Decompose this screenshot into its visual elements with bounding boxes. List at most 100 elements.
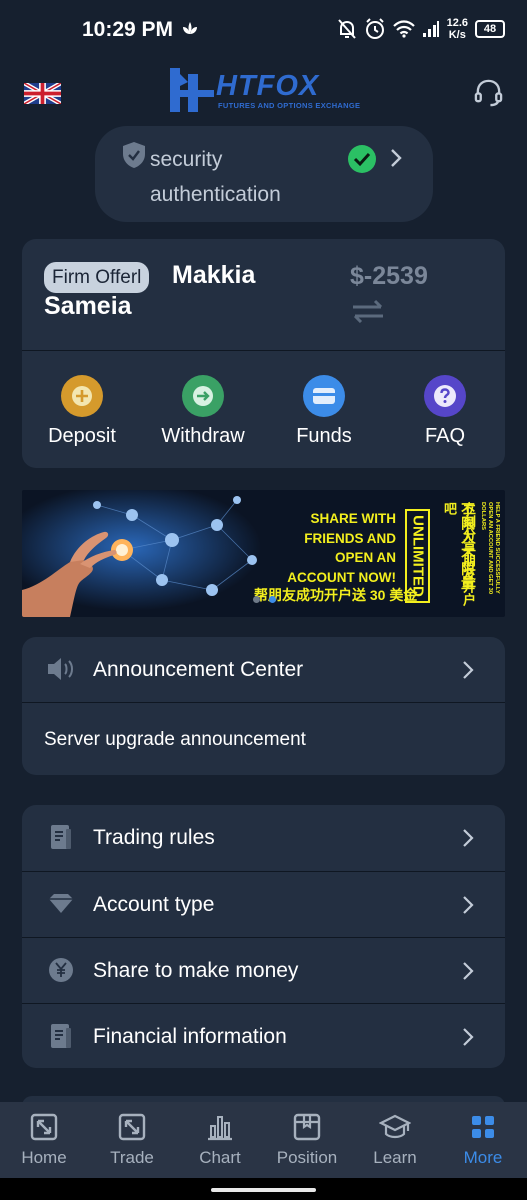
status-icons: 12.6 K/s 48 <box>337 14 505 44</box>
banner-line2: FRIENDS AND <box>304 530 396 546</box>
menu-item-label: Share to make money <box>93 959 299 982</box>
headset-icon[interactable] <box>473 77 504 108</box>
announcement-item[interactable]: Server upgrade announcement <box>44 729 306 751</box>
deposit-icon-circle <box>61 375 103 417</box>
lotus-icon <box>183 22 197 34</box>
tab-label: Trade <box>110 1148 154 1167</box>
position-icon <box>293 1113 321 1141</box>
swap-icon[interactable] <box>351 299 385 323</box>
net-speed-value: 12.6 <box>446 17 468 29</box>
banner-headline: SHARE WITH FRIENDS AND OPEN AN ACCOUNT N… <box>278 509 396 587</box>
chevron-right-icon <box>463 896 474 914</box>
net-speed: 12.6 K/s <box>447 17 468 41</box>
unlimited-box: UNLIMITED <box>405 509 430 603</box>
tab-position[interactable]: Position <box>263 1112 351 1168</box>
uk-flag-icon[interactable] <box>24 83 61 104</box>
trade-icon <box>118 1113 146 1141</box>
more-icon <box>472 1116 494 1138</box>
security-authentication-button[interactable]: security authentication <box>95 126 433 222</box>
chart-icon <box>208 1116 232 1141</box>
withdraw-button[interactable]: Withdraw <box>153 375 253 448</box>
security-label: security authentication <box>150 142 320 212</box>
tab-trade[interactable]: Trade <box>88 1112 176 1168</box>
shield-icon <box>123 142 145 168</box>
tab-more[interactable]: More <box>439 1112 527 1168</box>
banner-chinese-line: 帮朋友成功开户送 30 美金 <box>254 587 418 603</box>
speaker-icon <box>48 658 73 680</box>
announcement-center-row[interactable]: Announcement Center <box>22 637 505 702</box>
menu-item-trading-rules[interactable]: Trading rules <box>22 805 505 871</box>
account-balance: $-2539 <box>350 262 428 290</box>
withdraw-icon-circle <box>182 375 224 417</box>
document-icon <box>51 825 71 849</box>
announcement-divider <box>22 702 505 703</box>
carousel-dot[interactable] <box>253 596 260 603</box>
battery-indicator: 48 <box>475 20 505 38</box>
chevron-right-icon <box>463 661 474 679</box>
faq-icon-circle <box>424 375 466 417</box>
account-type-badge: Firm Offerl <box>44 262 150 293</box>
announcement-card: Announcement Center Server upgrade annou… <box>22 637 505 775</box>
menu-item-financial-information[interactable]: Financial information <box>22 1003 505 1069</box>
logo-subtitle: FUTURES AND OPTIONS EXCHANGE <box>218 101 361 110</box>
tab-label: Chart <box>199 1148 241 1167</box>
announcement-title: Announcement Center <box>93 658 304 681</box>
deposit-label: Deposit <box>48 425 116 447</box>
faq-button[interactable]: FAQ <box>395 375 495 448</box>
mute-bell-icon <box>337 19 356 39</box>
banner-en-vertical: HELP A FRIEND SUCCESSFULLY OPEN AN ACCOU… <box>480 502 500 595</box>
carousel-dot-active[interactable] <box>269 596 276 603</box>
account-card: Makkia Sameia Firm Offerl $-2539 Deposit… <box>22 239 505 468</box>
banner-cn-vertical2: 不限人 不限量 <box>460 502 476 590</box>
home-indicator[interactable] <box>211 1188 316 1192</box>
plus-icon <box>72 386 92 406</box>
tab-label: More <box>463 1148 503 1167</box>
menu-item-label: Financial information <box>93 1025 287 1048</box>
card-icon <box>313 388 335 404</box>
tab-learn[interactable]: Learn <box>351 1112 439 1168</box>
tab-label: Home <box>21 1148 67 1167</box>
wifi-icon <box>392 20 415 38</box>
signal-icon <box>422 21 439 37</box>
security-label-line2: authentication <box>150 183 281 206</box>
htfox-logo-icon <box>170 68 214 112</box>
banner-line3: OPEN AN <box>334 550 396 565</box>
menu-card: Trading rules Account type Share to make… <box>22 805 505 1068</box>
document-icon <box>51 1024 71 1048</box>
question-icon <box>434 385 456 407</box>
withdraw-label: Withdraw <box>161 425 245 447</box>
card-divider <box>22 350 505 351</box>
alarm-icon <box>365 18 384 39</box>
net-speed-unit: K/s <box>448 29 466 41</box>
security-label-line1: security <box>150 148 223 171</box>
menu-item-label: Account type <box>93 893 215 916</box>
chevron-right-icon <box>463 1028 474 1046</box>
tab-label: Position <box>276 1148 338 1167</box>
logo-text: HTFOX <box>216 70 320 102</box>
funds-button[interactable]: Funds <box>274 375 374 448</box>
chevron-right-icon <box>463 962 474 980</box>
funds-icon-circle <box>303 375 345 417</box>
status-bar: 10:29 PM 12.6 K/s 48 <box>0 0 527 58</box>
chevron-right-icon <box>463 829 474 847</box>
faq-label: FAQ <box>424 425 465 447</box>
funds-label: Funds <box>296 425 352 447</box>
check-circle-icon <box>348 145 376 173</box>
tab-label: Learn <box>373 1148 417 1167</box>
deposit-button[interactable]: Deposit <box>32 375 132 448</box>
home-icon <box>30 1113 58 1141</box>
menu-item-account-type[interactable]: Account type <box>22 871 505 937</box>
tab-chart[interactable]: Chart <box>176 1112 264 1168</box>
menu-item-share-to-make-money[interactable]: Share to make money <box>22 937 505 1003</box>
bottom-tab-bar: Home Trade Chart Position Learn More <box>0 1102 527 1178</box>
tab-home[interactable]: Home <box>0 1112 88 1168</box>
status-time: 10:29 PM <box>82 18 174 41</box>
chevron-right-icon <box>391 149 402 167</box>
yen-icon <box>49 958 73 982</box>
promo-banner[interactable]: SHARE WITH FRIENDS AND OPEN AN ACCOUNT N… <box>22 490 505 617</box>
menu-item-label: Trading rules <box>93 826 215 849</box>
banner-line1: SHARE WITH <box>310 511 397 526</box>
arrow-right-icon <box>193 386 213 406</box>
learn-icon <box>379 1114 411 1139</box>
diamond-icon <box>49 894 73 913</box>
